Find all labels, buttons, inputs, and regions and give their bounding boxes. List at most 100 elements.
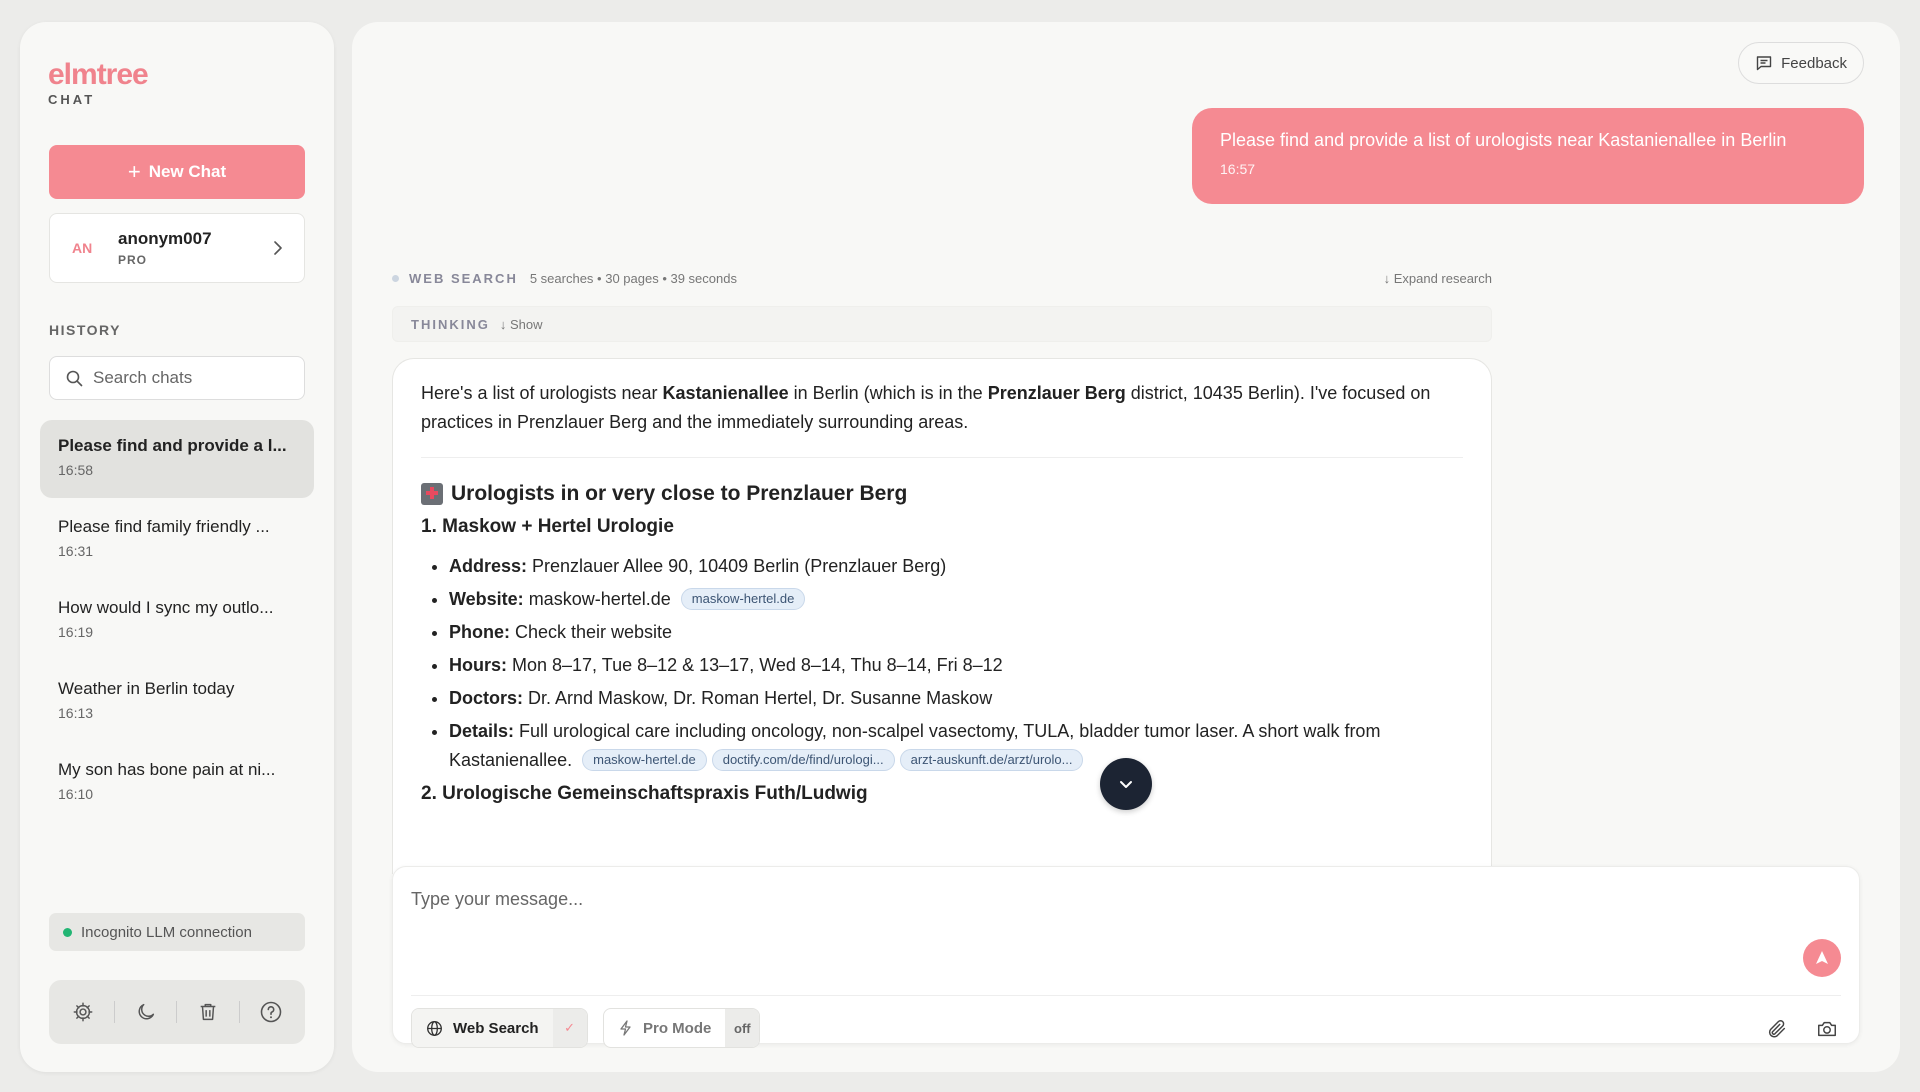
history-item-time: 16:58 [58, 462, 94, 478]
field-label: Address: [449, 556, 528, 576]
chevron-down-icon [1120, 781, 1132, 788]
help-button[interactable] [257, 998, 285, 1026]
user-plan-badge: PRO [118, 253, 148, 267]
pro-mode-toggle[interactable]: Pro Mode off [603, 1008, 761, 1048]
logo-text: elmtree [48, 58, 149, 91]
field-label: Hours: [449, 655, 507, 675]
attach-button[interactable] [1765, 1017, 1789, 1041]
field-label: Doctors: [449, 688, 524, 708]
user-message-text: Please find and provide a list of urolog… [1220, 130, 1787, 150]
search-icon [66, 370, 83, 386]
avatar: AN [72, 240, 93, 256]
divider [421, 457, 1463, 458]
chevron-right-icon [274, 241, 282, 255]
message-square-icon [1756, 56, 1772, 71]
scroll-to-bottom-button[interactable] [1100, 758, 1152, 810]
web-search-label: Web Search [453, 1019, 539, 1037]
field-value: Prenzlauer Allee 90, 10409 Berlin (Prenz… [527, 556, 947, 576]
sidebar-toolbar [49, 980, 305, 1044]
field-label: Details: [449, 721, 515, 741]
list-item: Address: Prenzlauer Allee 90, 10409 Berl… [449, 552, 1463, 581]
toolbar-divider [238, 1001, 240, 1023]
source-chip[interactable]: arzt-auskunft.de/arzt/urolo... [899, 749, 1084, 771]
history-heading: HISTORY [49, 322, 121, 338]
toolbar-divider [114, 1001, 116, 1023]
send-icon [1816, 951, 1828, 964]
composer-divider [411, 995, 1841, 996]
web-search-summary: WEB SEARCH 5 searches • 30 pages • 39 se… [392, 268, 1492, 288]
search-chats-field[interactable] [49, 356, 305, 400]
intro-bold: Kastanienallee [662, 383, 789, 403]
camera-button[interactable] [1815, 1017, 1839, 1041]
logo[interactable]: elmtree CHAT [48, 58, 149, 108]
message-input[interactable] [411, 889, 1711, 929]
intro-text: Here's a list of urologists near [421, 383, 663, 403]
history-item[interactable]: Please find and provide a l... 16:58 [40, 420, 314, 498]
list-item: Details: Full urological care including … [449, 717, 1463, 775]
web-search-button[interactable]: Web Search [412, 1009, 553, 1047]
intro-text: in Berlin (which is in the [788, 383, 988, 403]
field-value: maskow-hertel.de [523, 589, 671, 609]
user-message-bubble: Please find and provide a list of urolog… [1192, 108, 1864, 204]
logo-subtitle: CHAT [48, 92, 96, 107]
research-dot [392, 274, 399, 282]
dark-mode-button[interactable] [132, 998, 160, 1026]
list-item: Phone: Check their website [449, 618, 1463, 647]
moon-icon [138, 1003, 154, 1020]
list-item: Hours: Mon 8–17, Tue 8–12 & 13–17, Wed 8… [449, 651, 1463, 680]
answer-heading: Urologists in or very close to Prenzlaue… [421, 482, 1463, 506]
send-button[interactable] [1803, 939, 1841, 977]
pro-mode-label: Pro Mode [643, 1019, 712, 1037]
list-item: Website: maskow-hertel.de maskow-hertel.… [449, 585, 1463, 614]
history-item-time: 16:31 [58, 543, 94, 559]
practice-title: 1. Maskow + Hertel Urologie [421, 516, 674, 537]
pro-mode-button[interactable]: Pro Mode [604, 1009, 725, 1047]
expand-research-link[interactable]: ↓ Expand research [1384, 271, 1492, 286]
web-search-label: WEB SEARCH [409, 270, 518, 286]
globe-icon [427, 1020, 442, 1036]
feedback-button[interactable]: Feedback [1738, 42, 1864, 84]
source-chip[interactable]: doctify.com/de/find/urologi... [711, 749, 895, 771]
answer-intro: Here's a list of urologists near Kastani… [421, 379, 1463, 437]
source-chip[interactable]: maskow-hertel.de [582, 749, 707, 771]
settings-button[interactable] [69, 998, 97, 1026]
chat-panel: Feedback Please find and provide a list … [352, 22, 1900, 1072]
sidebar: elmtree CHAT + New Chat AN anonym007 PRO… [20, 22, 334, 1072]
history-item[interactable]: How would I sync my outlo... 16:19 [40, 582, 314, 660]
history-item[interactable]: Please find family friendly ... 16:31 [40, 501, 314, 579]
history-item-title: Please find and provide a l... [58, 436, 287, 455]
assistant-answer: Here's a list of urologists near Kastani… [392, 358, 1492, 874]
hospital-icon [421, 483, 443, 505]
connection-status-label: Incognito LLM connection [81, 923, 252, 941]
trash-icon [200, 1003, 216, 1021]
history-item-title: Please find family friendly ... [58, 517, 270, 536]
history-item[interactable]: Weather in Berlin today 16:13 [40, 663, 314, 741]
toolbar-divider [176, 1001, 178, 1023]
field-value: Dr. Arnd Maskow, Dr. Roman Hertel, Dr. S… [523, 688, 993, 708]
history-item[interactable]: My son has bone pain at ni... 16:10 [40, 744, 314, 822]
field-label: Website: [449, 589, 524, 609]
gear-icon [73, 1002, 93, 1022]
history-item-time: 16:13 [58, 705, 94, 721]
web-search-toggle[interactable]: Web Search ✓ [411, 1008, 588, 1048]
pro-mode-state[interactable]: off [725, 1009, 760, 1047]
field-value: Mon 8–17, Tue 8–12 & 13–17, Wed 8–14, Th… [507, 655, 1003, 675]
history-item-title: My son has bone pain at ni... [58, 760, 276, 779]
new-chat-button[interactable]: + New Chat [49, 145, 305, 199]
thinking-section: THINKING ↓ Show [392, 306, 1492, 342]
user-card[interactable]: AN anonym007 PRO [49, 213, 305, 283]
show-thinking-link[interactable]: ↓ Show [500, 317, 543, 332]
web-search-state[interactable]: ✓ [552, 1009, 587, 1047]
user-message-time: 16:57 [1220, 161, 1256, 177]
practice-details: Address: Prenzlauer Allee 90, 10409 Berl… [421, 552, 1463, 775]
source-chip[interactable]: maskow-hertel.de [680, 588, 806, 610]
paperclip-icon [1768, 1020, 1786, 1038]
camera-icon [1818, 1021, 1836, 1037]
history-item-time: 16:19 [58, 624, 94, 640]
field-label: Phone: [449, 622, 510, 642]
search-chats-input[interactable] [93, 368, 293, 388]
history-item-title: Weather in Berlin today [58, 679, 235, 698]
history-item-time: 16:10 [58, 786, 94, 802]
delete-button[interactable] [194, 998, 222, 1026]
web-search-stats: 5 searches • 30 pages • 39 seconds [529, 270, 737, 286]
